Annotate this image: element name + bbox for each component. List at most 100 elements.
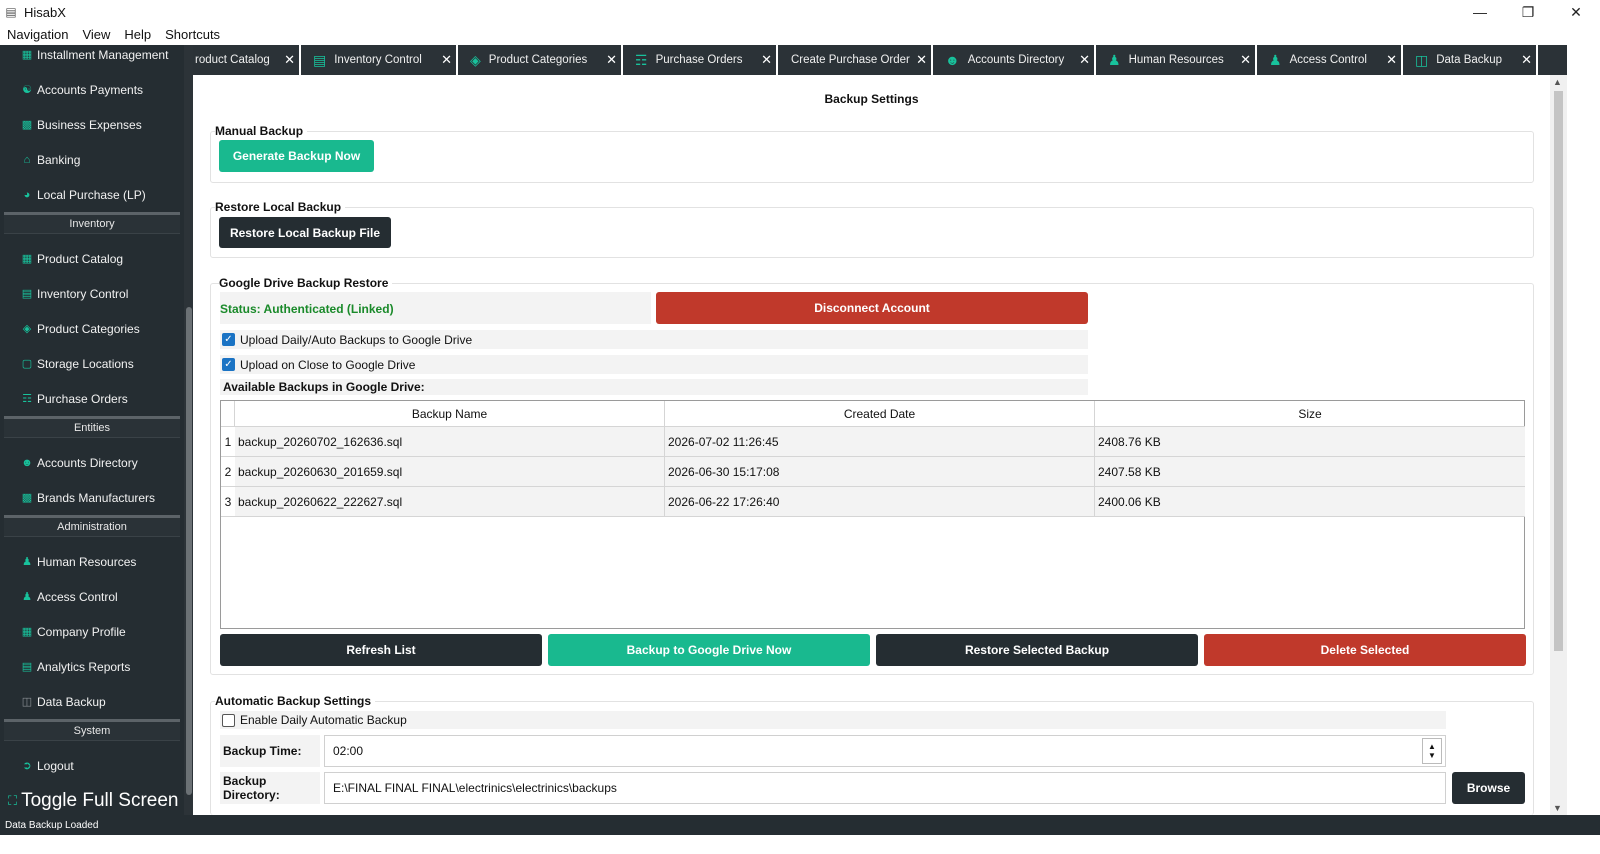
tab-close-icon[interactable]: ✕ xyxy=(1079,52,1090,68)
tab-accounts-directory[interactable]: ☻ Accounts Directory ✕ xyxy=(933,45,1096,75)
table-corner xyxy=(221,401,235,427)
content-scroll-thumb[interactable] xyxy=(1554,91,1563,651)
restore-local-button[interactable]: Restore Local Backup File xyxy=(219,217,391,248)
tab-inventory-control[interactable]: ▤ Inventory Control ✕ xyxy=(301,45,458,75)
bank-icon: ⌂ xyxy=(23,153,31,166)
menu-bar: Navigation View Help Shortcuts xyxy=(0,24,1600,45)
minimize-icon[interactable]: — xyxy=(1456,0,1504,24)
tab-close-icon[interactable]: ✕ xyxy=(916,52,927,68)
sidebar-item-banking[interactable]: ⌂ Banking xyxy=(0,142,184,177)
row-number: 3 xyxy=(221,487,235,517)
close-icon[interactable]: ✕ xyxy=(1552,0,1600,24)
backup-to-drive-button[interactable]: Backup to Google Drive Now xyxy=(548,634,870,666)
tab-close-icon[interactable]: ✕ xyxy=(284,52,295,68)
menu-view[interactable]: View xyxy=(82,27,110,42)
sidebar-item-storage-locations[interactable]: ▢ Storage Locations xyxy=(0,346,184,381)
scroll-down-icon[interactable]: ▼ xyxy=(1553,803,1562,813)
table-cell[interactable]: 2408.76 KB xyxy=(1095,427,1525,457)
payments-icon: ☯ xyxy=(22,84,32,96)
tab-close-icon[interactable]: ✕ xyxy=(441,52,452,68)
table-cell[interactable]: 2026-06-22 17:26:40 xyxy=(665,487,1095,517)
col-size[interactable]: Size xyxy=(1095,401,1525,427)
industry-icon: ▩ xyxy=(21,492,33,504)
sidebar-item-analytics[interactable]: ▤ Analytics Reports xyxy=(0,649,184,684)
table-cell[interactable]: 2407.58 KB xyxy=(1095,457,1525,487)
box-icon: ▤ xyxy=(21,288,33,300)
available-backups-label: Available Backups in Google Drive: xyxy=(220,379,1088,395)
page-title: Backup Settings xyxy=(824,92,919,106)
menu-shortcuts[interactable]: Shortcuts xyxy=(165,27,220,42)
sidebar: ▦ Installment Management ☯ Accounts Paymen… xyxy=(0,45,193,835)
tab-data-backup[interactable]: ◫ Data Backup ✕ xyxy=(1403,45,1538,75)
expand-icon: ⛶ xyxy=(8,793,18,808)
sidebar-item-data-backup[interactable]: ◫ Data Backup xyxy=(0,684,184,719)
auto-backup-title: Automatic Backup Settings xyxy=(215,694,376,708)
sidebar-item-access-control[interactable]: ♟ Access Control xyxy=(0,579,184,614)
tab-close-icon[interactable]: ✕ xyxy=(606,52,617,68)
tab-human-resources[interactable]: ♟ Human Resources ✕ xyxy=(1096,45,1257,75)
tab-access-control[interactable]: ♟ Access Control ✕ xyxy=(1257,45,1403,75)
tab-close-icon[interactable]: ✕ xyxy=(1240,52,1251,68)
sidebar-item-product-categories[interactable]: ◈ Product Categories xyxy=(0,311,184,346)
sidebar-item-local-purchase[interactable]: ◕ Local Purchase (LP) xyxy=(0,177,184,212)
tab-close-icon[interactable]: ✕ xyxy=(761,52,772,68)
table-cell[interactable]: backup_20260622_222627.sql xyxy=(235,487,665,517)
section-system: System xyxy=(4,719,180,741)
tab-create-purchase-order[interactable]: Create Purchase Order ✕ xyxy=(778,45,933,75)
backup-time-input[interactable]: 02:00 ▲ ▼ xyxy=(324,735,1446,767)
table-cell[interactable]: backup_20260702_162636.sql xyxy=(235,427,665,457)
backup-settings-page: Backup Settings Manual Backup Generate B… xyxy=(193,75,1550,815)
tab-close-icon[interactable]: ✕ xyxy=(1386,52,1397,68)
time-spinner-icon[interactable]: ▲ ▼ xyxy=(1422,738,1442,764)
tab-close-icon[interactable]: ✕ xyxy=(1521,52,1532,68)
tab-product-catalog[interactable]: roduct Catalog ✕ xyxy=(193,45,301,75)
sidebar-item-brands[interactable]: ▩ Brands Manufacturers xyxy=(0,480,184,515)
toggle-fullscreen-button[interactable]: ⛶ Toggle Full Screen xyxy=(8,790,178,812)
col-created-date[interactable]: Created Date xyxy=(665,401,1095,427)
sidebar-item-inventory-control[interactable]: ▤ Inventory Control xyxy=(0,276,184,311)
sidebar-item-payments[interactable]: ☯ Accounts Payments xyxy=(0,72,184,107)
upload-close-option[interactable]: ✓ Upload on Close to Google Drive xyxy=(220,355,1088,374)
table-cell[interactable]: backup_20260630_201659.sql xyxy=(235,457,665,487)
restore-selected-button[interactable]: Restore Selected Backup xyxy=(876,634,1198,666)
generate-backup-button[interactable]: Generate Backup Now xyxy=(219,140,374,172)
upload-daily-option[interactable]: ✓ Upload Daily/Auto Backups to Google Dri… xyxy=(220,330,1088,349)
menu-navigation[interactable]: Navigation xyxy=(7,27,68,42)
tab-purchase-orders[interactable]: ☶ Purchase Orders ✕ xyxy=(623,45,778,75)
user-tie-icon: ♟ xyxy=(22,556,32,568)
content-scrollbar[interactable]: ▲ ▼ xyxy=(1550,75,1567,815)
checkbox-unchecked-icon[interactable] xyxy=(222,713,235,727)
delete-selected-button[interactable]: Delete Selected xyxy=(1204,634,1526,666)
sidebar-item-accounts-directory[interactable]: ☻ Accounts Directory xyxy=(0,445,184,480)
auth-status: Status: Authenticated (Linked) xyxy=(220,302,394,316)
browse-button[interactable]: Browse xyxy=(1452,772,1525,804)
table-cell[interactable]: 2400.06 KB xyxy=(1095,487,1525,517)
sidebar-item-installment[interactable]: ▦ Installment Management xyxy=(0,45,184,72)
col-backup-name[interactable]: Backup Name xyxy=(235,401,665,427)
enable-daily-option[interactable]: Enable Daily Automatic Backup xyxy=(220,711,1446,729)
sidebar-item-logout[interactable]: ➲ Logout xyxy=(0,748,184,783)
restore-icon[interactable]: ❐ xyxy=(1504,0,1552,24)
user-tie-icon: ♟ xyxy=(1108,51,1121,68)
sidebar-item-human-resources[interactable]: ♟ Human Resources xyxy=(0,544,184,579)
sidebar-item-expenses[interactable]: ▩ Business Expenses xyxy=(0,107,184,142)
sidebar-item-purchase-orders[interactable]: ☶ Purchase Orders xyxy=(0,381,184,416)
table-cell[interactable]: 2026-07-02 11:26:45 xyxy=(665,427,1095,457)
checkbox-checked-icon[interactable]: ✓ xyxy=(222,358,235,371)
menu-help[interactable]: Help xyxy=(124,27,151,42)
sidebar-scroll-thumb[interactable] xyxy=(186,307,192,795)
pie-chart-icon: ◕ xyxy=(23,188,31,201)
user-lock-icon: ♟ xyxy=(22,591,32,603)
disconnect-account-button[interactable]: Disconnect Account xyxy=(656,292,1088,324)
scroll-up-icon[interactable]: ▲ xyxy=(1553,77,1562,87)
refresh-list-button[interactable]: Refresh List xyxy=(220,634,542,666)
sidebar-item-product-catalog[interactable]: ▦ Product Catalog xyxy=(0,241,184,276)
backup-directory-input[interactable]: E:\FINAL FINAL FINAL\electrinics\electri… xyxy=(324,772,1446,804)
table-cell[interactable]: 2026-06-30 15:17:08 xyxy=(665,457,1095,487)
bottom-edge xyxy=(0,835,1600,854)
backup-time-label: Backup Time: xyxy=(220,735,320,767)
sidebar-item-company-profile[interactable]: ▦ Company Profile xyxy=(0,614,184,649)
row-number: 1 xyxy=(221,427,235,457)
checkbox-checked-icon[interactable]: ✓ xyxy=(222,333,235,346)
tab-product-categories[interactable]: ◈ Product Categories ✕ xyxy=(458,45,623,75)
